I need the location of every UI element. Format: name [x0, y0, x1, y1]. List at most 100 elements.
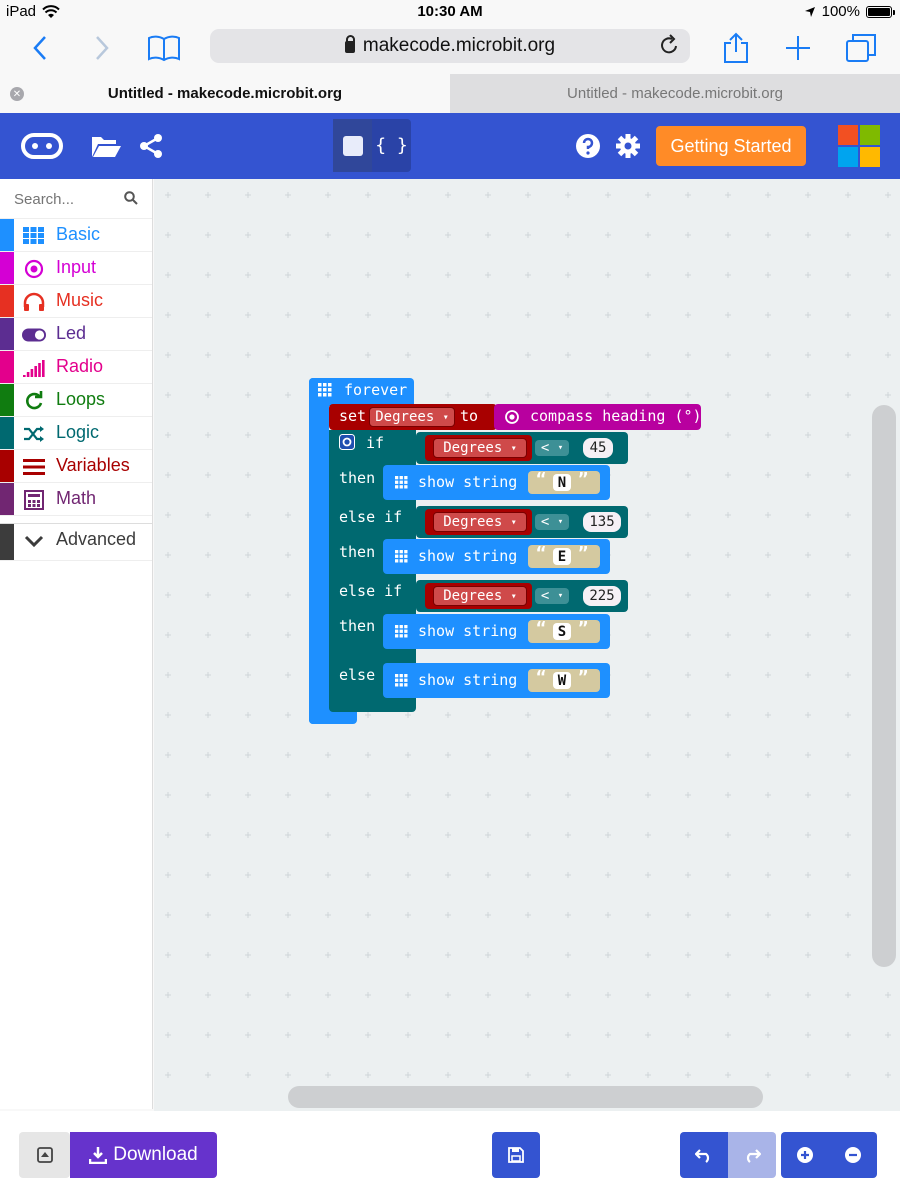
reload-icon[interactable] — [660, 34, 680, 56]
redo-button[interactable] — [728, 1132, 776, 1178]
horizontal-scrollbar[interactable] — [288, 1086, 763, 1108]
variable-name: Degrees — [443, 440, 503, 456]
category-led[interactable]: Led — [0, 318, 152, 351]
javascript-editor-button[interactable]: { } — [372, 119, 411, 172]
address-bar[interactable]: makecode.microbit.org — [210, 29, 690, 63]
dropdown-arrow-icon: ▾ — [510, 590, 517, 602]
back-button[interactable] — [22, 30, 58, 66]
category-variables[interactable]: Variables — [0, 450, 152, 483]
plus-icon — [786, 36, 810, 60]
zoom-out-button[interactable] — [829, 1132, 877, 1178]
target-icon — [505, 410, 519, 424]
quote-close-icon: ” — [578, 668, 589, 688]
number-input[interactable]: 225 — [583, 586, 621, 606]
category-advanced[interactable]: Advanced — [0, 523, 152, 561]
share-icon[interactable] — [138, 133, 164, 159]
share-button[interactable] — [718, 30, 754, 66]
category-color-bar — [0, 417, 14, 449]
location-arrow-icon — [804, 6, 815, 17]
to-label: to — [460, 407, 479, 425]
category-color-bar — [0, 483, 14, 515]
string-input[interactable]: S — [553, 623, 571, 640]
variable-dropdown[interactable]: Degrees ▾ — [433, 586, 527, 606]
collapse-simulator-button[interactable] — [19, 1132, 70, 1178]
close-tab-icon[interactable]: ✕ — [10, 87, 24, 101]
variable-name: Degrees — [443, 514, 503, 530]
string-input[interactable]: W — [553, 672, 571, 689]
microsoft-logo[interactable] — [838, 125, 880, 167]
string-input[interactable]: E — [553, 548, 571, 565]
share-icon — [724, 32, 748, 63]
category-logic[interactable]: Logic — [0, 417, 152, 450]
category-music[interactable]: Music — [0, 285, 152, 318]
category-basic[interactable]: Basic — [0, 219, 152, 252]
operator-dropdown[interactable]: < ▾ — [535, 514, 569, 530]
book-icon — [148, 35, 180, 62]
mutator-gear-icon[interactable] — [339, 434, 355, 450]
operator-symbol: < — [540, 588, 550, 604]
then-label: then — [339, 617, 376, 635]
category-label: Logic — [56, 422, 100, 442]
blocks-editor-button[interactable] — [333, 119, 372, 172]
gear-icon[interactable] — [615, 133, 641, 159]
dropdown-arrow-icon: ▾ — [442, 411, 449, 423]
signal-icon — [22, 358, 46, 378]
show-string-label: show string — [418, 547, 518, 565]
variable-dropdown[interactable]: Degrees ▾ — [369, 407, 455, 427]
else-if-label: else if — [339, 582, 403, 600]
basic-grid-icon — [395, 625, 408, 643]
variable-name: Degrees — [375, 409, 435, 425]
search-input[interactable] — [14, 188, 124, 210]
category-input[interactable]: Input — [0, 252, 152, 285]
variable-dropdown[interactable]: Degrees ▾ — [433, 438, 527, 458]
category-loops[interactable]: Loops — [0, 384, 152, 417]
category-radio[interactable]: Radio — [0, 351, 152, 384]
category-label: Variables — [56, 455, 130, 475]
operator-dropdown[interactable]: < ▾ — [535, 440, 569, 456]
tab-active[interactable]: ✕ Untitled - makecode.microbit.org — [0, 74, 450, 113]
string-input[interactable]: N — [553, 474, 571, 491]
threshold-value: 45 — [589, 440, 607, 456]
save-icon — [508, 1147, 524, 1163]
save-button[interactable] — [492, 1132, 540, 1178]
undo-button[interactable] — [680, 1132, 728, 1178]
grid-icon — [22, 226, 46, 246]
number-input[interactable]: 135 — [583, 512, 621, 532]
shuffle-icon — [22, 424, 46, 444]
bookmarks-button[interactable] — [146, 30, 182, 66]
forever-label: forever — [344, 381, 408, 399]
category-color-bar — [0, 524, 14, 560]
operator-dropdown[interactable]: < ▾ — [535, 588, 569, 604]
zoom-in-button[interactable] — [781, 1132, 829, 1178]
browser-tabs: ✕ Untitled - makecode.microbit.org Untit… — [0, 74, 900, 113]
collapse-icon — [36, 1147, 53, 1163]
chevron-down-icon — [24, 535, 44, 548]
toggle-icon — [22, 325, 46, 345]
folder-open-icon[interactable] — [90, 133, 122, 159]
dropdown-arrow-icon: ▾ — [557, 517, 564, 527]
tabs-button[interactable] — [843, 30, 879, 66]
basic-grid-icon — [395, 550, 408, 568]
category-math[interactable]: Math — [0, 483, 152, 516]
category-color-bar — [0, 351, 14, 383]
microbit-logo-icon[interactable] — [21, 133, 63, 159]
download-button[interactable]: Download — [70, 1132, 217, 1178]
help-icon[interactable] — [575, 133, 601, 159]
category-label: Radio — [56, 356, 104, 376]
vertical-scrollbar[interactable] — [872, 405, 896, 967]
battery-percent: 100% — [821, 3, 860, 20]
quote-open-icon: “ — [536, 544, 547, 564]
forward-button[interactable] — [84, 30, 120, 66]
show-string-label: show string — [418, 622, 518, 640]
new-tab-button[interactable] — [780, 30, 816, 66]
number-input[interactable]: 45 — [583, 438, 613, 458]
set-label: set — [339, 407, 367, 425]
quote-close-icon: ” — [578, 544, 589, 564]
getting-started-button[interactable]: Getting Started — [656, 126, 806, 166]
clock: 10:30 AM — [417, 3, 483, 20]
variable-dropdown[interactable]: Degrees ▾ — [433, 512, 527, 532]
search-icon[interactable] — [124, 191, 138, 205]
operator-symbol: < — [540, 514, 550, 530]
tab-inactive[interactable]: Untitled - makecode.microbit.org — [450, 74, 900, 113]
category-label: Music — [56, 290, 104, 310]
